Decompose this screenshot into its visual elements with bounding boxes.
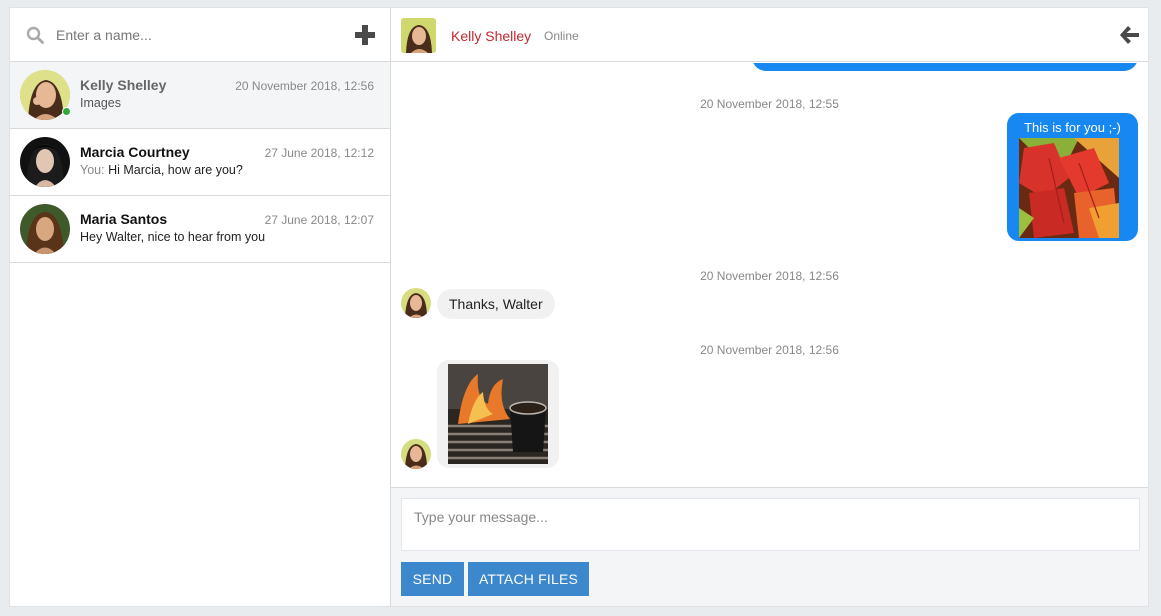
outgoing-message-bubble-partial — [752, 63, 1138, 71]
incoming-message-bubble: Thanks, Walter — [437, 289, 555, 319]
avatar-wrapper — [20, 137, 70, 187]
message-timestamp: 20 November 2018, 12:56 — [700, 269, 839, 283]
header-avatar — [401, 18, 436, 53]
contact-name: Marcia Courtney — [80, 144, 190, 160]
send-button[interactable]: SEND — [401, 562, 464, 596]
outgoing-message-text: This is for you ;-) — [1024, 120, 1121, 135]
message-composer: SEND ATTACH FILES — [391, 487, 1148, 606]
contact-preview: You: Hi Marcia, how are you? — [80, 163, 243, 177]
avatar-wrapper — [20, 204, 70, 254]
message-preview-text: Images — [80, 96, 121, 110]
message-list[interactable]: 20 November 2018, 12:55 This is for you … — [391, 63, 1148, 488]
sender-avatar — [401, 439, 431, 469]
sender-avatar — [401, 288, 431, 318]
contact-item-maria-santos[interactable]: Maria Santos 27 June 2018, 12:07 Hey Wal… — [10, 196, 390, 263]
avatar — [20, 137, 70, 187]
chat-app: Kelly Shelley 20 November 2018, 12:56 Im… — [9, 7, 1149, 607]
chat-contact-name: Kelly Shelley — [451, 28, 532, 44]
chat-contact-status: Online — [544, 29, 579, 43]
outgoing-image-message: This is for you ;-) — [1007, 113, 1138, 241]
chat-panel: Kelly Shelley Online 20 November 2018, 1… — [391, 8, 1148, 606]
attach-files-button[interactable]: ATTACH FILES — [468, 562, 589, 596]
you-prefix: You: — [80, 163, 105, 177]
contact-preview: Images — [80, 96, 121, 110]
contact-date: 20 November 2018, 12:56 — [235, 79, 374, 93]
avatar — [20, 204, 70, 254]
campfire-coffee-image[interactable] — [448, 364, 548, 464]
message-preview-text: Hey Walter, nice to hear from you — [80, 230, 266, 244]
autumn-leaves-image[interactable] — [1019, 138, 1119, 238]
search-input[interactable] — [56, 26, 354, 43]
message-input[interactable] — [401, 498, 1140, 551]
contact-date: 27 June 2018, 12:12 — [264, 146, 374, 160]
contact-item-kelly-shelley[interactable]: Kelly Shelley 20 November 2018, 12:56 Im… — [10, 62, 390, 129]
chat-header: Kelly Shelley Online — [391, 8, 1148, 62]
contact-preview: Hey Walter, nice to hear from you — [80, 230, 265, 244]
search-bar — [10, 8, 390, 62]
contact-name: Kelly Shelley — [80, 77, 167, 93]
search-icon — [26, 26, 44, 44]
incoming-image-message — [437, 360, 559, 468]
contact-name: Maria Santos — [80, 211, 168, 227]
back-arrow-icon[interactable] — [1118, 24, 1140, 46]
contact-date: 27 June 2018, 12:07 — [264, 213, 374, 227]
message-timestamp: 20 November 2018, 12:56 — [700, 343, 839, 357]
avatar-wrapper — [20, 70, 71, 120]
message-timestamp: 20 November 2018, 12:55 — [700, 97, 839, 111]
contacts-sidebar: Kelly Shelley 20 November 2018, 12:56 Im… — [10, 8, 391, 606]
add-contact-plus-icon[interactable] — [354, 24, 376, 46]
online-status-dot — [62, 107, 71, 116]
message-preview-text: Hi Marcia, how are you? — [108, 163, 243, 177]
contact-item-marcia-courtney[interactable]: Marcia Courtney 27 June 2018, 12:12 You:… — [10, 129, 390, 196]
